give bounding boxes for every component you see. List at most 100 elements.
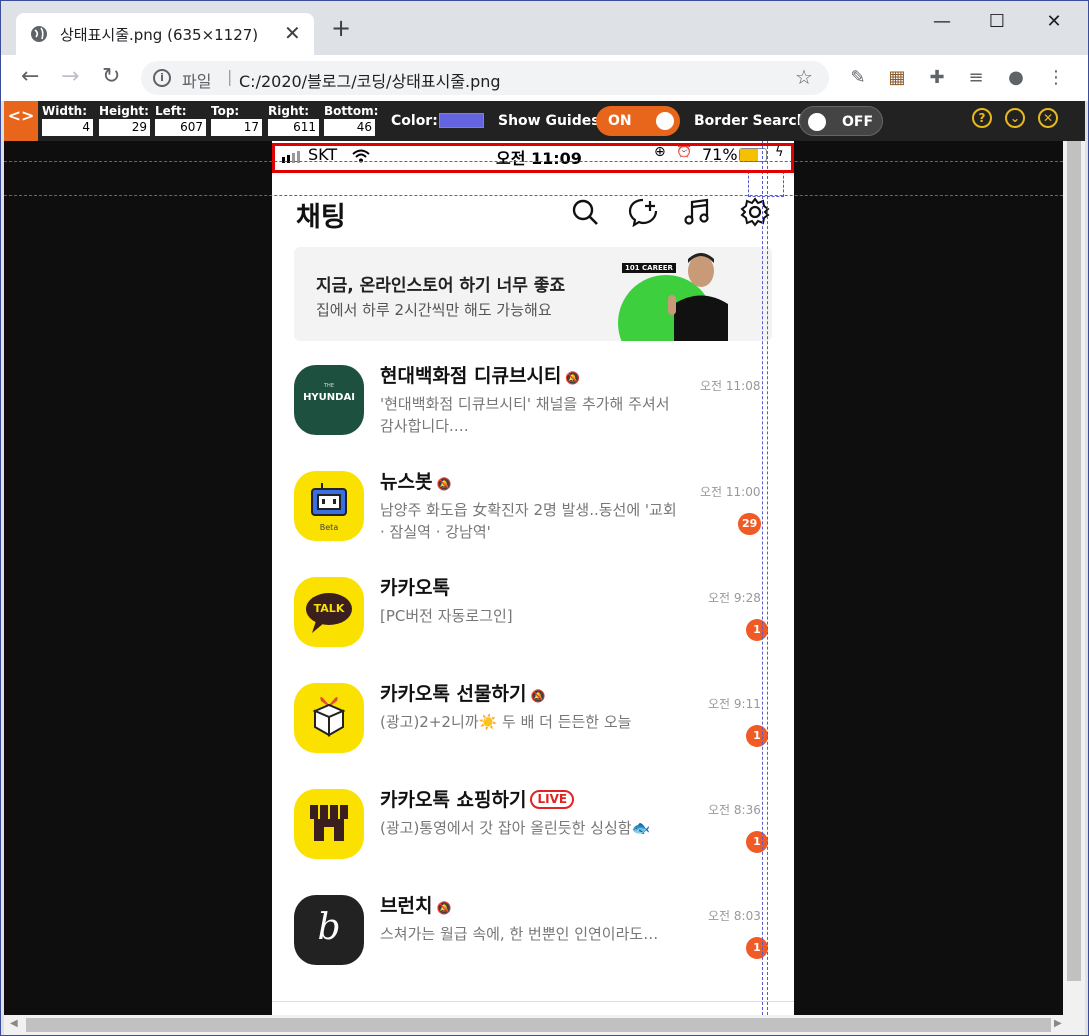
chat-time: 오전 9:11 [708, 697, 761, 711]
help-icon[interactable]: ? [972, 108, 992, 128]
vertical-scroll-thumb[interactable] [1067, 141, 1081, 981]
highlight-status-bar-box [272, 143, 794, 173]
eyedropper-extension-icon[interactable]: ✎ [847, 67, 869, 89]
url-scheme: 파일 [182, 72, 212, 91]
avatar: Beta [294, 471, 364, 541]
guide-line-bottom [4, 195, 1063, 196]
page-title: 채팅 [296, 202, 346, 233]
avatar: TALK [294, 577, 364, 647]
unread-badge: 1 [746, 619, 768, 641]
field-top[interactable]: Top: 17 [211, 104, 262, 136]
banner-subtext: 집에서 하루 2시간씩만 해도 가능해요 [316, 301, 552, 319]
chat-time: 오전 11:00 [700, 485, 761, 499]
url-text[interactable]: C:/2020/블로그/코딩/상태표시줄.png [239, 68, 501, 92]
tab-current[interactable]: 상태표시줄.png (635×1127) ✕ [16, 13, 314, 55]
page-ruler-logo-icon[interactable]: <> [4, 101, 38, 141]
chat-name: 카카오톡 선물하기 [380, 683, 527, 705]
new-chat-icon[interactable] [628, 197, 658, 227]
mute-bell-icon: 🔕 [436, 901, 452, 915]
unread-badge: 1 [746, 725, 768, 747]
chat-preview: '현대백화점 디큐브시티' 채널을 추가해 주셔서 감사합니다.… [380, 395, 670, 435]
settings-gear-icon[interactable] [740, 197, 770, 227]
gift-box-icon [312, 697, 346, 737]
extensions-puzzle-icon[interactable]: ✚ [926, 67, 948, 89]
color-swatch[interactable] [439, 113, 484, 128]
banner-person-image [668, 253, 728, 341]
avatar [294, 683, 364, 753]
search-icon[interactable] [570, 197, 600, 227]
chat-row-kakaotalk[interactable]: TALK 카카오톡 [PC버전 자동로그인] 오전 9:28 1 [272, 569, 794, 669]
chat-preview: 스쳐가는 월급 속에, 한 번뿐인 인연이라도… [380, 925, 659, 943]
chat-row-shopping[interactable]: 카카오톡 쇼핑하기 LIVE (광고)통영에서 갓 잡아 올린듯한 싱싱함🐟 오전… [272, 781, 794, 881]
chat-time: 오전 8:03 [708, 909, 761, 923]
chat-row-newsbot[interactable]: Beta 뉴스봇 🔕 남양주 화도읍 女확진자 2명 발생..동선에 '교회 · … [272, 463, 794, 563]
globe-icon [31, 26, 47, 42]
tab-close-icon[interactable]: ✕ [284, 21, 301, 45]
guide-line-right [767, 141, 768, 1015]
horizontal-scroll-thumb[interactable] [26, 1018, 1051, 1032]
close-ruler-icon[interactable]: ✕ [1038, 108, 1058, 128]
chat-name: 브런치 [380, 895, 433, 917]
browser-window: 상태표시줄.png (635×1127) ✕ + — ☐ ✕ ← → ↻ i 파… [0, 0, 1089, 1036]
chat-row-gift[interactable]: 카카오톡 선물하기 🔕 (광고)2+2니까☀️ 두 배 더 든든한 오늘 오전 9… [272, 675, 794, 775]
forward-button[interactable]: → [61, 65, 79, 89]
guide-line-left [762, 141, 763, 1015]
field-height[interactable]: Height: 29 [99, 104, 150, 136]
avatar: THE HYUNDAI [294, 365, 364, 435]
field-left[interactable]: Left: 607 [155, 104, 206, 136]
ad-banner[interactable]: 지금, 온라인스토어 하기 너무 좋죠 집에서 하루 2시간씩만 해도 가능해요… [294, 247, 772, 341]
ruler-extension-icon[interactable]: ▦ [886, 67, 908, 89]
chat-header: 채팅 [272, 191, 794, 235]
chat-preview: 남양주 화도읍 女확진자 2명 발생..동선에 '교회 · 잠실역 · 강남역' [380, 501, 677, 541]
border-search-toggle[interactable]: OFF [799, 106, 883, 136]
robot-icon [311, 483, 347, 516]
mute-bell-icon: 🔕 [530, 689, 546, 703]
address-bar[interactable]: i 파일 | C:/2020/블로그/코딩/상태표시줄.png ☆ [141, 61, 829, 95]
unread-badge: 1 [746, 937, 768, 959]
banner-headline: 지금, 온라인스토어 하기 너무 좋죠 [316, 276, 566, 296]
live-badge: LIVE [530, 790, 575, 809]
chat-preview: [PC버전 자동로그인] [380, 607, 513, 625]
maximize-button[interactable]: ☐ [974, 7, 1020, 37]
color-label: Color: [391, 113, 438, 129]
mute-bell-icon: 🔕 [565, 371, 581, 385]
back-button[interactable]: ← [21, 65, 39, 89]
avatar [294, 789, 364, 859]
chat-preview: (광고)2+2니까☀️ 두 배 더 든든한 오늘 [380, 713, 632, 731]
store-icon [310, 805, 348, 841]
media-control-icon[interactable]: ≡ [965, 67, 987, 89]
chat-row-hyundai[interactable]: THE HYUNDAI 현대백화점 디큐브시티 🔕 '현대백화점 디큐브시티' 채… [272, 357, 794, 457]
scroll-right-arrow-icon[interactable]: ▶ [1054, 1018, 1062, 1029]
new-tab-button[interactable]: + [331, 16, 351, 40]
url-separator: | [227, 67, 233, 86]
browser-toolbar: ← → ↻ i 파일 | C:/2020/블로그/코딩/상태표시줄.png ☆ … [1, 55, 1088, 101]
chat-row-brunch[interactable]: b 브런치 🔕 스쳐가는 월급 속에, 한 번뿐인 인연이라도… 오전 8:03 … [272, 887, 794, 987]
mute-bell-icon: 🔕 [436, 477, 452, 491]
title-bar: 상태표시줄.png (635×1127) ✕ + — ☐ ✕ [1, 1, 1088, 55]
field-width[interactable]: Width: 4 [42, 104, 93, 136]
scroll-left-arrow-icon[interactable]: ◀ [10, 1018, 18, 1029]
music-icon[interactable] [682, 197, 712, 227]
toggle-knob [656, 112, 674, 130]
field-bottom[interactable]: Bottom: 46 [324, 104, 378, 136]
chat-time: 오전 11:08 [700, 379, 761, 393]
selection-box [748, 171, 784, 197]
chat-preview: (광고)통영에서 갓 잡아 올린듯한 싱싱함🐟 [380, 819, 651, 837]
chat-time: 오전 8:36 [708, 803, 761, 817]
bookmark-star-icon[interactable]: ☆ [795, 65, 813, 89]
chat-name: 카카오톡 [380, 577, 450, 599]
field-right[interactable]: Right: 611 [268, 104, 319, 136]
menu-kebab-icon[interactable]: ⋮ [1045, 67, 1067, 89]
reload-button[interactable]: ↻ [102, 65, 120, 89]
vertical-scrollbar[interactable] [1063, 141, 1085, 1015]
page-ruler-toolbar: <> Width: 4 Height: 29 Left: 607 Top: 17… [4, 101, 1085, 141]
page-viewport: SKT 오전 11:09 ⊕ ⏰ 71% ϟ 채팅 지금, 온라인스토어 하기 … [4, 141, 1063, 1015]
horizontal-scrollbar[interactable]: ◀ ▶ [4, 1015, 1085, 1035]
minimize-button[interactable]: — [919, 7, 965, 37]
phone-screenshot: SKT 오전 11:09 ⊕ ⏰ 71% ϟ 채팅 지금, 온라인스토어 하기 … [272, 141, 794, 1015]
collapse-chevron-icon[interactable]: ⌄ [1005, 108, 1025, 128]
show-guides-toggle[interactable]: ON [596, 106, 680, 136]
close-window-button[interactable]: ✕ [1031, 7, 1077, 37]
info-icon[interactable]: i [153, 69, 171, 87]
profile-avatar-icon[interactable]: ● [1005, 67, 1027, 89]
